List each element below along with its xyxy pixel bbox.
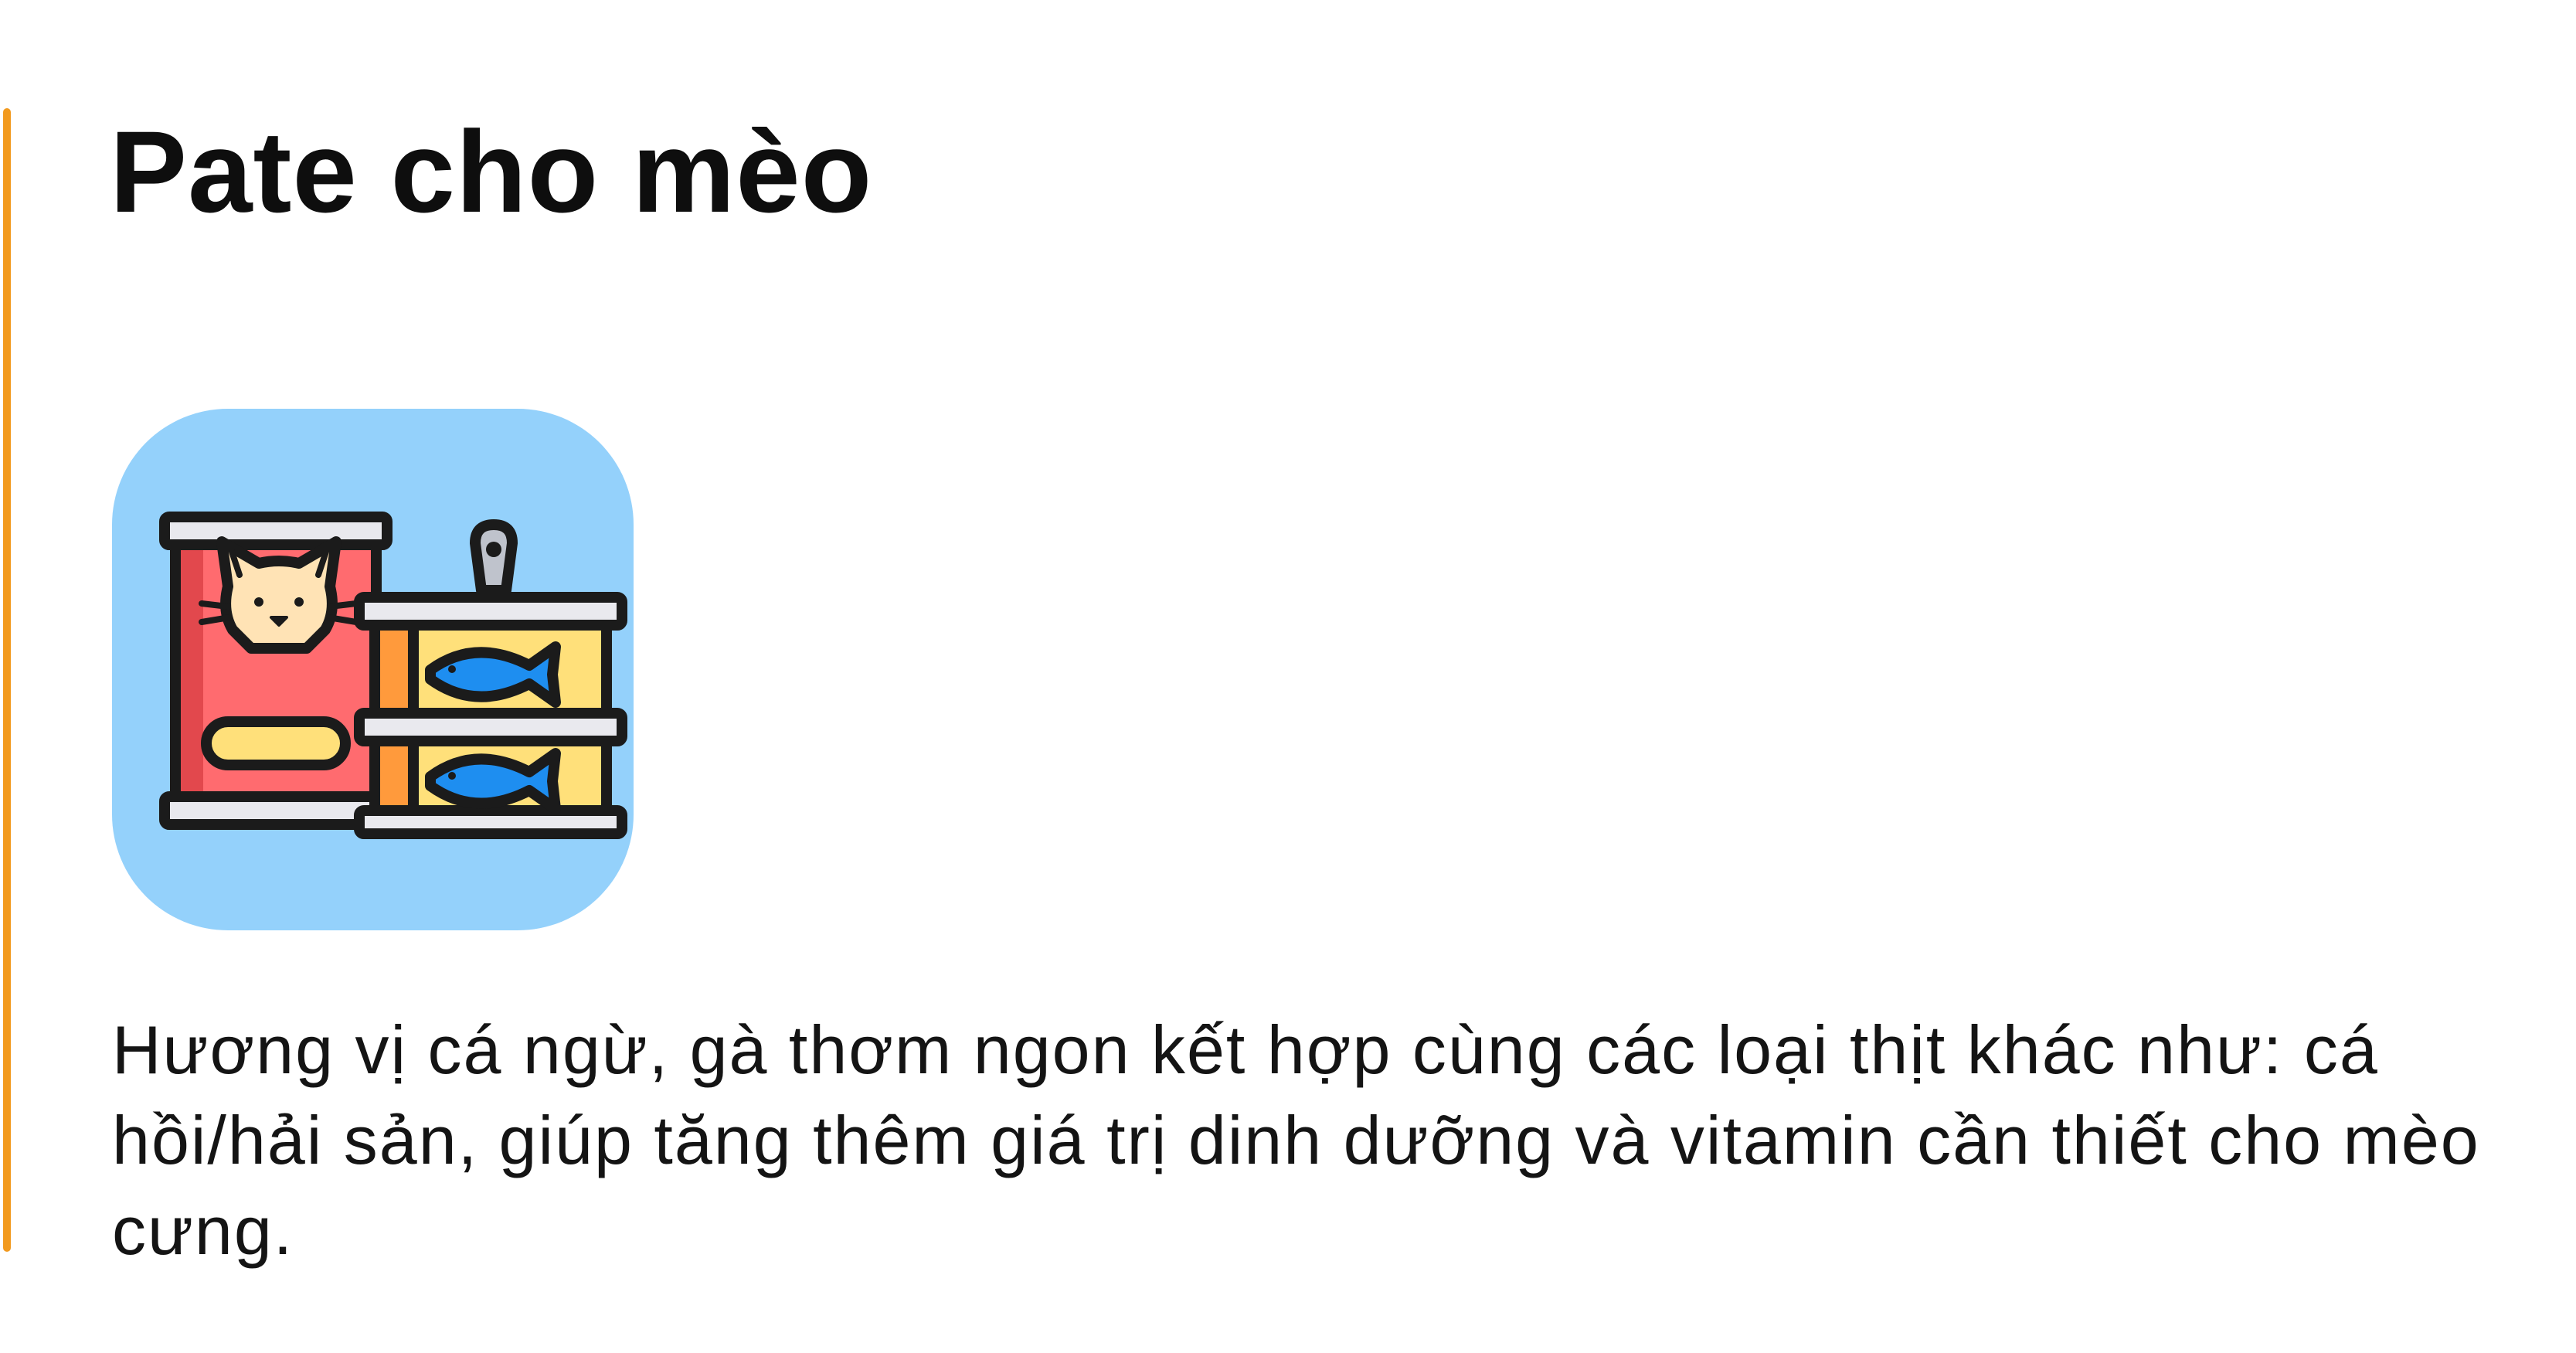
card-title: Pate cho mèo (110, 107, 873, 236)
cat-food-cans-illustration (159, 512, 627, 839)
cat-food-cans-icon (112, 409, 634, 930)
accent-bar (3, 108, 11, 1252)
card-description: Hương vị cá ngừ, gà thơm ngon kết hợp cù… (112, 1011, 2480, 1269)
